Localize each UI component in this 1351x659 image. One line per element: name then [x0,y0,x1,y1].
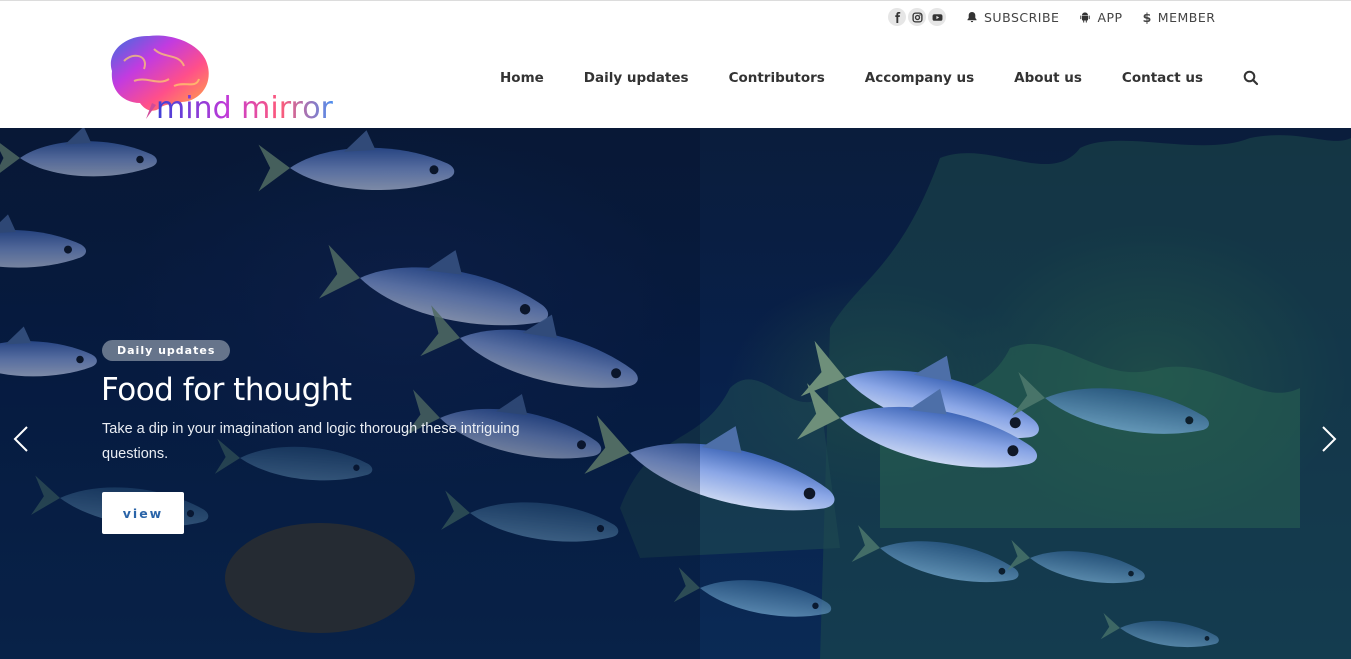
member-link[interactable]: $ MEMBER [1143,10,1216,25]
main-nav: Home Daily updates Contributors Accompan… [500,70,1259,86]
slider-prev-arrow-icon[interactable] [10,424,34,454]
slider-next-arrow-icon[interactable] [1316,424,1340,454]
app-link[interactable]: APP [1079,10,1122,25]
nav-contributors[interactable]: Contributors [729,70,825,86]
dollar-icon: $ [1142,9,1152,25]
utility-bar: SUBSCRIBE APP $ MEMBER [888,7,1235,27]
facebook-icon[interactable] [888,8,906,26]
app-label: APP [1097,9,1123,25]
member-label: MEMBER [1157,9,1216,25]
nav-daily-updates[interactable]: Daily updates [584,70,689,86]
hero-description: Take a dip in your imagination and logic… [102,421,520,462]
nav-contact-us[interactable]: Contact us [1122,70,1203,86]
nav-accompany-us[interactable]: Accompany us [865,70,974,86]
site-logo[interactable]: mind mirror [104,31,354,126]
hero-title: Food for thought [101,372,352,408]
youtube-icon[interactable] [928,8,946,26]
logo-text: mind mirror [156,91,334,126]
category-badge[interactable]: Daily updates [102,340,231,361]
nav-home[interactable]: Home [500,70,544,86]
site-header: SUBSCRIBE APP $ MEMBER mind mirror Home … [0,1,1351,128]
bell-icon [967,12,977,23]
view-button[interactable]: view [102,492,184,534]
subscribe-label: SUBSCRIBE [984,9,1060,25]
hero-slider: Daily updates Food for thought Take a di… [0,128,1351,659]
nav-about-us[interactable]: About us [1014,70,1082,86]
subscribe-link[interactable]: SUBSCRIBE [966,10,1059,25]
brain-logo-icon: mind mirror [110,35,334,126]
search-icon[interactable] [1243,70,1259,86]
social-links [888,8,946,26]
instagram-icon[interactable] [908,8,926,26]
android-icon [1080,12,1091,23]
